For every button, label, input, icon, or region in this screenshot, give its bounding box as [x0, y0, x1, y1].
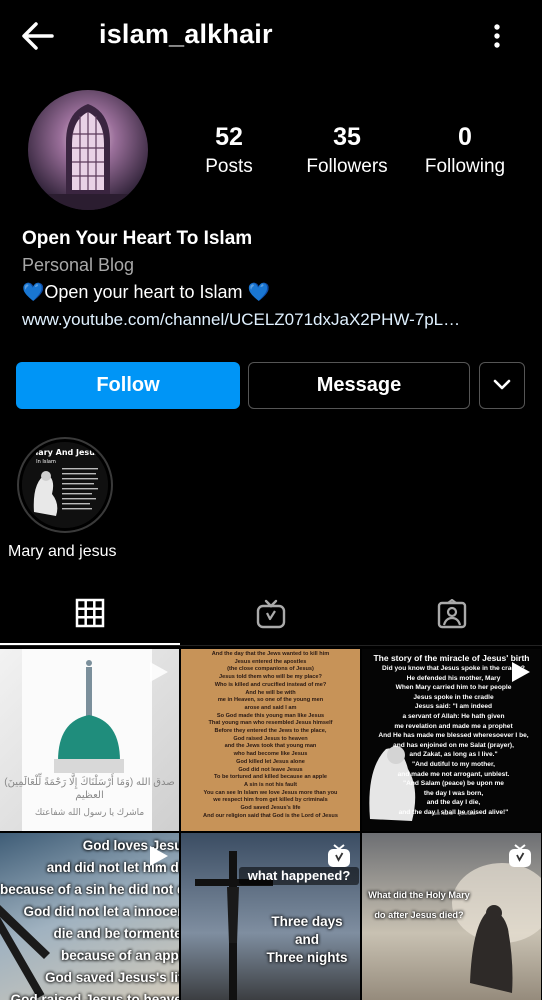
post-text-line: and has enjoined on me Salat (prayer), [393, 741, 514, 749]
bio-text: 💙Open your heart to Islam 💙 [22, 282, 270, 302]
post-text-block: Three days and Three nights [247, 913, 360, 967]
post-thumbnail[interactable]: What did the Holy Mary do after Jesus di… [362, 833, 541, 1000]
post-subcaption: ماشرك يا رسول الله شفاعتك [34, 807, 145, 817]
post-text-line: Jesus spoke in the cradle [413, 693, 494, 701]
stat-posts[interactable]: 52 Posts [196, 122, 262, 182]
highlight-cover-subtitle: In Islam [36, 459, 56, 465]
post-text-line: "And Salam (peace) be upon me [403, 780, 504, 788]
post-text-line: Who is killed and crucified instead of m… [214, 681, 327, 688]
post-text-line: me in Heaven, so one of the young men [217, 697, 324, 704]
post-text-block: And the day that the Jews wanted to kill… [187, 651, 354, 820]
igtv-icon [326, 843, 352, 869]
follow-button[interactable]: Follow [16, 362, 240, 409]
post-text-line: To be tortured and killed because an app… [213, 774, 328, 781]
post-signature: - Your Name - Quartdist [428, 811, 476, 816]
chevron-down-icon [493, 374, 511, 397]
post-text-line: because of a sin he did not do [0, 882, 179, 897]
post-text-line: A sin is not his fault [244, 781, 297, 788]
highlight-cover: Mary And Jesus In Islam [22, 442, 108, 528]
post-text-line: "And dutiful to my mother, [412, 760, 495, 768]
post-text-line: God did not leave Jesus [238, 766, 303, 773]
post-text-line: God saved Jesus's life [44, 970, 179, 985]
tab-igtv[interactable] [181, 588, 361, 645]
post-text-line: arose and said I am [244, 704, 297, 711]
post-text-line: And our religion said that God is the Lo… [203, 812, 338, 819]
video-play-icon [507, 659, 533, 685]
igtv-icon [507, 843, 533, 869]
post-text-line: God raised Jesus to heaven [233, 735, 308, 742]
igtv-icon [256, 599, 286, 634]
stat-following[interactable]: 0 Following [418, 122, 512, 182]
bio-link[interactable]: www.youtube.com/channel/UCELZ071dxJaX2PH… [22, 306, 527, 333]
bio-name: Open Your Heart To Islam [22, 228, 253, 249]
followers-label: Followers [306, 156, 388, 177]
video-play-icon [145, 659, 171, 685]
post-thumbnail[interactable]: The story of the miracle of Jesus' birth… [362, 649, 541, 831]
post-text-line: God did not let a innocent [23, 904, 180, 919]
post-text-line: God saved Jesus's life [240, 805, 301, 812]
tagged-user-icon [437, 598, 467, 634]
post-text-line: So God made this young man like Jesus [216, 712, 325, 719]
post-text-line: You can see In Islam we love Jesus more … [203, 789, 338, 796]
profile-avatar[interactable] [28, 90, 148, 210]
posts-count: 52 [215, 123, 243, 151]
followers-count: 35 [333, 123, 361, 151]
post-title: What did the Holy Mary do after Jesus di… [368, 890, 470, 920]
post-text-line: die and be tormented [53, 926, 179, 941]
more-options-icon[interactable] [486, 20, 508, 52]
highlight-ring: Mary And Jesus In Islam [17, 437, 113, 533]
post-thumbnail[interactable]: what happened? Three days and Three nights [181, 833, 360, 1000]
post-text-line: (the close companions of Jesus) [227, 666, 314, 673]
post-text-line: God raised Jesus to heaven [10, 992, 179, 1000]
post-text-line: Jesus told them who will be my place? [219, 674, 322, 681]
post-text-line: a servant of Allah: He hath given [402, 712, 505, 720]
tab-posts-grid[interactable] [0, 588, 180, 645]
post-text-line: and made me not arrogant, unblest. [397, 770, 510, 778]
back-arrow-icon[interactable] [18, 18, 58, 54]
following-count: 0 [458, 123, 472, 151]
stat-followers[interactable]: 35 Followers [300, 122, 394, 182]
post-text-line: and [294, 932, 319, 947]
post-text-line: who had become like Jesus [233, 751, 308, 758]
suggested-accounts-button[interactable] [479, 362, 525, 409]
post-thumbnail[interactable]: And the day that the Jews wanted to kill… [181, 649, 360, 831]
post-text-line: Three nights [266, 950, 348, 965]
post-thumbnail[interactable]: God loves Jesusand did not let him diebe… [0, 833, 179, 1000]
video-play-icon [145, 843, 171, 869]
post-text-line: and Zakat, as long as I live." [409, 751, 498, 759]
post-text-line: Three days [271, 914, 343, 929]
post-text-line: That young man who resembled Jesus himse… [208, 720, 333, 727]
profile-tabs [0, 588, 542, 646]
message-button[interactable]: Message [248, 362, 470, 409]
profile-username: islam_alkhair [99, 19, 273, 49]
post-text-line: And he will be with [245, 689, 296, 696]
post-text-line: And the day that the Jews wanted to kill… [211, 651, 330, 657]
post-text-line: because of an apple [60, 948, 179, 963]
post-text-line: Jesus said: "I am indeed [414, 703, 493, 711]
profile-bio: Open Your Heart To Islam Personal Blog 💙… [22, 226, 527, 333]
post-text-line: me revelation and made me a prophet [394, 722, 513, 730]
following-label: Following [424, 156, 506, 177]
post-text-line: and the Jews took that young man [224, 743, 317, 750]
story-highlight[interactable]: Mary And Jesus In Islam Mary and jesus [8, 437, 124, 561]
post-text-line: God killed let Jesus alone [236, 758, 305, 765]
post-text-line: we respect him from get killed by crimin… [213, 797, 328, 804]
post-text-line: Jesus entered the apostles [234, 658, 307, 665]
post-text-block: Did you know that Jesus spoke in the cra… [366, 664, 541, 818]
post-thumbnail[interactable]: (وَمَا أَرْسَلْنَاكَ إِلَّا رَحْمَةً لِّ… [0, 649, 179, 831]
top-bar: islam_alkhair [0, 0, 542, 72]
post-caption: (وَمَا أَرْسَلْنَاكَ إِلَّا رَحْمَةً لِّ… [4, 777, 175, 801]
highlight-cover-title: Mary And Jesus [30, 448, 100, 457]
highlight-label: Mary and jesus [8, 543, 117, 560]
grid-icon [75, 598, 105, 633]
post-title: what happened? [239, 867, 359, 886]
post-text-line: and the day I die, [426, 799, 481, 807]
bio-category: Personal Blog [22, 255, 135, 275]
posts-grid: (وَمَا أَرْسَلْنَاكَ إِلَّا رَحْمَةً لِّ… [0, 649, 542, 1000]
posts-label: Posts [205, 156, 253, 177]
post-text-line: the day I was born, [423, 789, 484, 797]
post-text-line: Before they entered the Jews to the plac… [214, 728, 327, 735]
tab-tagged[interactable] [362, 588, 542, 645]
post-text-line: And He has made me blessed wheresoever I… [378, 732, 529, 740]
